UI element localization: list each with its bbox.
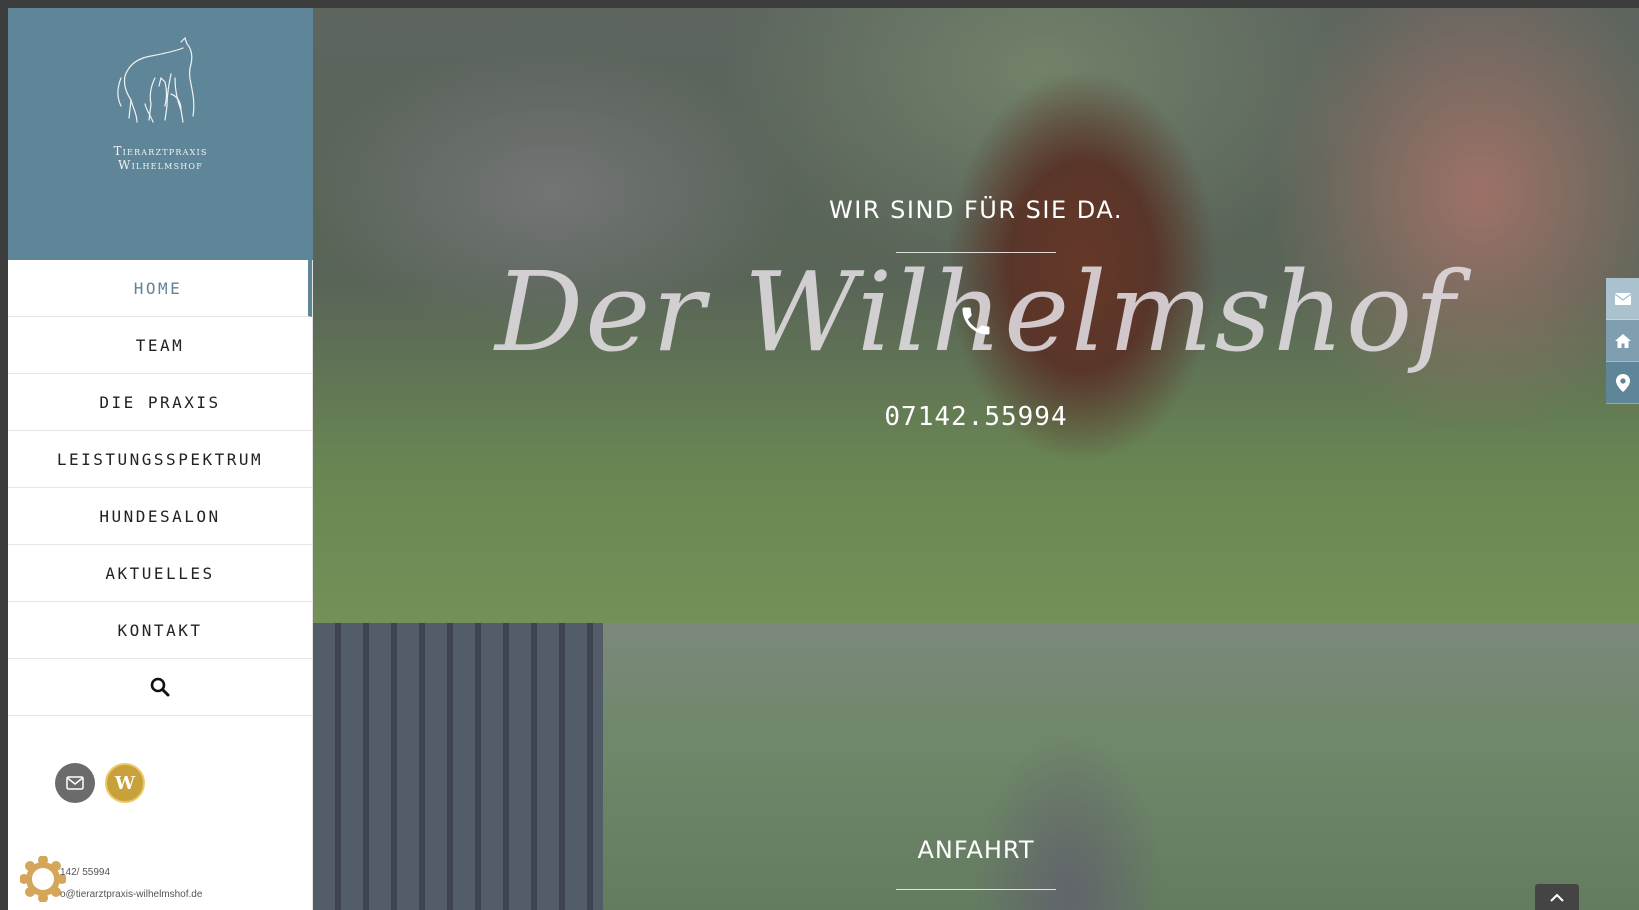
nav-item-kontakt[interactable]: KONTAKT (8, 602, 312, 659)
contact-email[interactable]: o@tierarztpraxis-wilhelmshof.de (60, 884, 202, 906)
search-button[interactable] (8, 659, 312, 716)
w-social-button[interactable]: W (105, 763, 145, 803)
nav-item-home[interactable]: HOME (8, 260, 312, 317)
contact-phone: 142/ 55994 (60, 867, 111, 878)
nav-item-hundesalon[interactable]: HUNDESALON (8, 488, 312, 545)
directions-title: ANFAHRT (917, 836, 1035, 864)
floating-side-tabs (1606, 278, 1639, 404)
nav-item-aktuelles[interactable]: AKTUELLES (8, 545, 312, 602)
nav-item-team[interactable]: TEAM (8, 317, 312, 374)
directions-divider (896, 889, 1056, 890)
social-links: W (55, 763, 145, 803)
nav-item-leistungsspektrum[interactable]: LEISTUNGSSPEKTRUM (8, 431, 312, 488)
horse-logo-icon (116, 36, 194, 123)
side-tab-location[interactable] (1606, 362, 1639, 404)
contact-info: 142/ 55994 o@tierarztpraxis-wilhelmshof.… (60, 862, 202, 906)
side-tab-mail[interactable] (1606, 278, 1639, 320)
chevron-up-icon (1550, 893, 1564, 902)
nav-item-die-praxis[interactable]: DIE PRAXIS (8, 374, 312, 431)
page-frame: Tierarztpraxis Wilhelmshof HOME TEAM DIE… (8, 8, 1639, 910)
mail-icon (1614, 292, 1631, 305)
mail-icon (66, 776, 84, 790)
hero-title: WIR SIND FÜR SIE DA. (829, 196, 1123, 224)
scroll-to-top-button[interactable] (1535, 884, 1579, 910)
side-tab-home[interactable] (1606, 320, 1639, 362)
phone-icon[interactable] (958, 303, 994, 339)
mail-social-button[interactable] (55, 763, 95, 803)
logo-text-line1: Tierarztpraxis (113, 144, 208, 158)
sidebar: Tierarztpraxis Wilhelmshof HOME TEAM DIE… (8, 8, 313, 910)
main-nav: HOME TEAM DIE PRAXIS LEISTUNGSSPEKTRUM H… (8, 260, 312, 716)
directions-section: ANFAHRT (313, 623, 1639, 910)
hero-section: WIR SIND FÜR SIE DA. Der Wilhelmshof 071… (313, 8, 1639, 623)
hero-phone-number[interactable]: 07142.55994 (313, 402, 1639, 432)
logo[interactable]: Tierarztpraxis Wilhelmshof (8, 8, 313, 260)
search-icon (150, 677, 170, 697)
map-pin-icon (1615, 373, 1630, 392)
logo-text-line2: Wilhelmshof (118, 158, 203, 172)
w-label: W (114, 772, 136, 794)
home-icon (1614, 333, 1631, 348)
